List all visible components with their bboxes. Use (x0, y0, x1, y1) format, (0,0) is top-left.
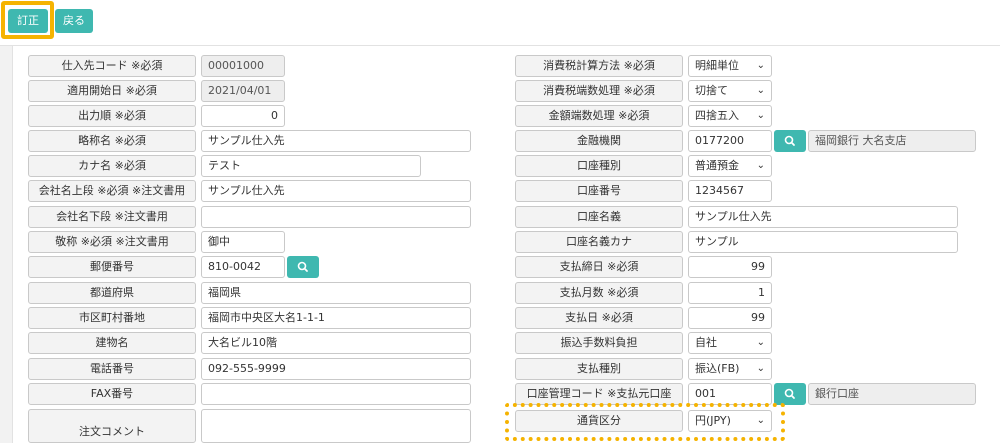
tax-rounding-select[interactable]: 切捨て ⌄ (688, 80, 772, 102)
closing-day-field[interactable]: 99 (688, 256, 772, 278)
correct-button[interactable]: 訂正 (8, 9, 48, 33)
address-field[interactable]: 福岡市中央区大名1-1-1 (201, 307, 471, 329)
currency-value: 円(JPY) (695, 414, 731, 427)
label-phone: 電話番号 (28, 358, 196, 380)
label-account-number: 口座番号 (515, 180, 683, 202)
tax-calc-method-value: 明細単位 (695, 59, 739, 72)
search-icon (784, 388, 795, 399)
label-payment-type: 支払種別 (515, 358, 683, 380)
chevron-down-icon: ⌄ (756, 363, 765, 374)
search-icon (784, 135, 795, 146)
amount-rounding-value: 四捨五入 (695, 109, 739, 122)
chevron-down-icon: ⌄ (756, 110, 765, 121)
payment-type-select[interactable]: 振込(FB) ⌄ (688, 358, 772, 380)
chevron-down-icon: ⌄ (756, 160, 765, 171)
financial-institution-code-field[interactable]: 0177200 (688, 130, 772, 152)
label-address: 市区町村番地 (28, 307, 196, 329)
tax-calc-method-select[interactable]: 明細単位 ⌄ (688, 55, 772, 77)
prefecture-field[interactable]: 福岡県 (201, 282, 471, 304)
search-icon (297, 261, 308, 272)
account-type-value: 普通預金 (695, 159, 739, 172)
building-field[interactable]: 大名ビル10階 (201, 332, 471, 354)
label-honorific: 敬称 ※必須 ※注文書用 (28, 231, 196, 253)
chevron-down-icon: ⌄ (756, 85, 765, 96)
account-holder-field[interactable]: サンプル仕入先 (688, 206, 958, 228)
account-holder-kana-field[interactable]: サンプル (688, 231, 958, 253)
financial-institution-name-field: 福岡銀行 大名支店 (808, 130, 976, 152)
currency-select[interactable]: 円(JPY) ⌄ (688, 410, 772, 432)
output-order-field[interactable]: 0 (201, 105, 285, 127)
chevron-down-icon: ⌄ (756, 415, 765, 426)
transfer-fee-select[interactable]: 自社 ⌄ (688, 332, 772, 354)
payment-type-value: 振込(FB) (695, 362, 740, 375)
label-order-comment: 注文コメント (28, 409, 196, 443)
back-button[interactable]: 戻る (55, 9, 93, 33)
label-tax-rounding: 消費税端数処理 ※必須 (515, 80, 683, 102)
short-name-field[interactable]: サンプル仕入先 (201, 130, 471, 152)
label-account-mgmt-code: 口座管理コード ※支払元口座 (515, 383, 683, 405)
tax-rounding-value: 切捨て (695, 84, 728, 97)
label-prefecture: 都道府県 (28, 282, 196, 304)
amount-rounding-select[interactable]: 四捨五入 ⌄ (688, 105, 772, 127)
account-type-select[interactable]: 普通預金 ⌄ (688, 155, 772, 177)
toolbar (0, 0, 1000, 46)
label-payment-months: 支払月数 ※必須 (515, 282, 683, 304)
label-transfer-fee: 振込手数料負担 (515, 332, 683, 354)
company-name-lower-field[interactable] (201, 206, 471, 228)
financial-institution-search-button[interactable] (774, 130, 806, 152)
account-mgmt-search-button[interactable] (774, 383, 806, 405)
label-currency: 通貨区分 (515, 410, 683, 432)
label-kana-name: カナ名 ※必須 (28, 155, 196, 177)
label-fax: FAX番号 (28, 383, 196, 405)
kana-name-field[interactable]: テスト (201, 155, 421, 177)
label-tax-calc-method: 消費税計算方法 ※必須 (515, 55, 683, 77)
payment-day-field[interactable]: 99 (688, 307, 772, 329)
honorific-field[interactable]: 御中 (201, 231, 285, 253)
label-account-type: 口座種別 (515, 155, 683, 177)
payment-months-field[interactable]: 1 (688, 282, 772, 304)
label-amount-rounding: 金額端数処理 ※必須 (515, 105, 683, 127)
chevron-down-icon: ⌄ (756, 337, 765, 348)
label-account-holder: 口座名義 (515, 206, 683, 228)
label-company-name-upper: 会社名上段 ※必須 ※注文書用 (28, 180, 196, 202)
chevron-down-icon: ⌄ (756, 60, 765, 71)
label-short-name: 略称名 ※必須 (28, 130, 196, 152)
label-building: 建物名 (28, 332, 196, 354)
postal-code-search-button[interactable] (287, 256, 319, 278)
label-financial-institution: 金融機関 (515, 130, 683, 152)
label-supplier-code: 仕入先コード ※必須 (28, 55, 196, 77)
label-account-holder-kana: 口座名義カナ (515, 231, 683, 253)
order-comment-field[interactable] (201, 409, 471, 443)
transfer-fee-value: 自社 (695, 336, 717, 349)
account-number-field[interactable]: 1234567 (688, 180, 772, 202)
company-name-upper-field[interactable]: サンプル仕入先 (201, 180, 471, 202)
phone-field[interactable]: 092-555-9999 (201, 358, 471, 380)
label-company-name-lower: 会社名下段 ※注文書用 (28, 206, 196, 228)
supplier-code-field: 00001000 (201, 55, 285, 77)
fax-field[interactable] (201, 383, 471, 405)
label-payment-day: 支払日 ※必須 (515, 307, 683, 329)
account-mgmt-code-field[interactable]: 001 (688, 383, 772, 405)
account-mgmt-name-field: 銀行口座 (808, 383, 976, 405)
start-date-field: 2021/04/01 (201, 80, 285, 102)
label-postal-code: 郵便番号 (28, 256, 196, 278)
label-closing-day: 支払締日 ※必須 (515, 256, 683, 278)
label-output-order: 出力順 ※必須 (28, 105, 196, 127)
label-start-date: 適用開始日 ※必須 (28, 80, 196, 102)
postal-code-field[interactable]: 810-0042 (201, 256, 285, 278)
